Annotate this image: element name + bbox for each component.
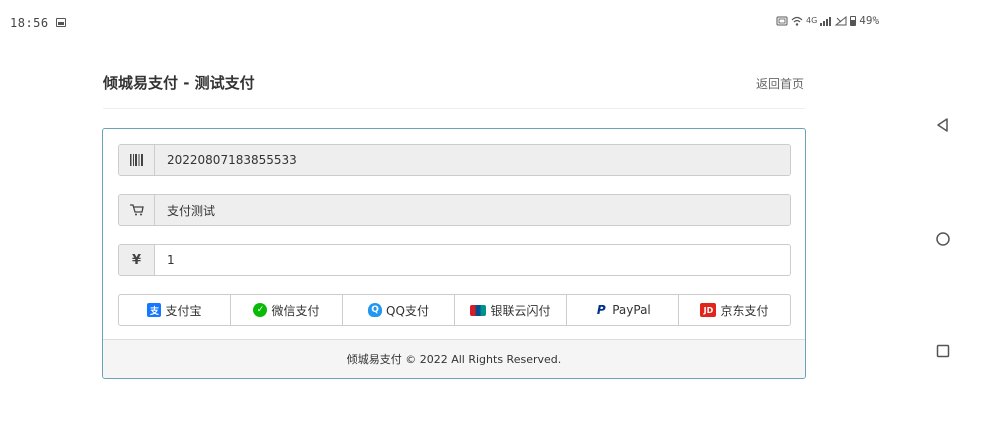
paypal-label: PayPal [612,303,651,317]
copyright-text: 倾城易支付 © 2022 All Rights Reserved. [346,353,562,366]
amount-group: ¥ [118,244,791,276]
network-type: 4G [806,16,818,25]
panel-footer: 倾城易支付 © 2022 All Rights Reserved. [103,339,805,378]
order-number-group [118,144,791,176]
alipay-label: 支付宝 [165,303,202,318]
product-name-group [118,194,791,226]
home-nav-icon[interactable] [934,231,952,249]
recents-nav-icon[interactable] [934,343,952,361]
status-time: 18:56 [10,16,49,30]
payment-panel: ¥ 支 支付宝 ✓ 微信支付 Q QQ支付 银联云闪付 P PayPal JD … [102,128,806,379]
unionpay-button[interactable]: 银联云闪付 [454,294,567,326]
amount-field[interactable] [155,245,790,275]
header-divider [103,108,805,109]
product-name-field[interactable] [155,195,790,225]
battery-level: 49% [859,14,880,27]
qq-pay-label: QQ支付 [386,303,429,318]
unionpay-icon [470,304,487,316]
payment-methods: 支 支付宝 ✓ 微信支付 Q QQ支付 银联云闪付 P PayPal JD 京东… [118,294,791,326]
alipay-button[interactable]: 支 支付宝 [118,294,231,326]
cart-icon [119,195,155,225]
barcode-icon [119,145,155,175]
yen-icon: ¥ [119,245,155,275]
jd-pay-button[interactable]: JD 京东支付 [678,294,791,326]
wechat-icon: ✓ [253,303,268,317]
paypal-icon: P [596,303,606,317]
signal-icon [820,16,832,26]
alipay-icon: 支 [147,303,162,317]
unionpay-label: 银联云闪付 [490,303,551,318]
signal-off-icon [835,15,847,25]
jd-pay-label: 京东支付 [720,303,769,318]
battery-icon [850,15,857,26]
qq-pay-button[interactable]: Q QQ支付 [342,294,455,326]
page-title: 倾城易支付 - 测试支付 [103,74,255,92]
home-link[interactable]: 返回首页 [756,75,804,92]
status-indicators: 4G 49% [776,14,879,27]
image-notification-icon [56,18,66,27]
qq-icon: Q [368,303,383,317]
paypal-button[interactable]: P PayPal [566,294,679,326]
wechat-pay-label: 微信支付 [271,303,320,318]
jd-icon: JD [700,303,717,317]
order-number-field[interactable] [155,145,790,175]
status-bar: 18:56 4G 49% [0,0,984,46]
wechat-pay-button[interactable]: ✓ 微信支付 [230,294,343,326]
wifi-icon [791,16,803,26]
nfc-icon [776,16,788,25]
back-nav-icon[interactable] [934,117,952,135]
